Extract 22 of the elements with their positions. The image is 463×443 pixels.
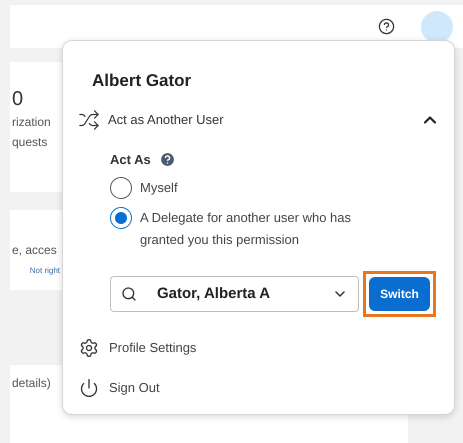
- card-text: e, acces: [12, 242, 58, 259]
- menu-item[interactable]: Sign Out: [79, 375, 454, 401]
- card-text: quests: [12, 134, 48, 151]
- radio-button[interactable]: [110, 207, 132, 229]
- card-text: details): [12, 375, 52, 392]
- shuffle-icon: [78, 108, 100, 130]
- radio-button[interactable]: [110, 177, 132, 199]
- help-icon[interactable]: [378, 18, 395, 35]
- search-icon: [121, 286, 137, 302]
- power-icon: [79, 378, 99, 398]
- radio-option[interactable]: Myself: [110, 175, 370, 199]
- act-as-label: Act As: [110, 150, 151, 168]
- menu-item[interactable]: Profile Settings: [79, 335, 454, 361]
- delegate-select[interactable]: Gator, Alberta A: [110, 276, 359, 312]
- act-as-section-header[interactable]: Act as Another User: [78, 108, 440, 132]
- card-text: 0: [12, 87, 24, 112]
- user-name: Albert Gator: [92, 70, 192, 92]
- radio-option[interactable]: A Delegate for another user who has granted you this permission: [110, 205, 370, 251]
- switch-button[interactable]: Switch: [369, 277, 430, 311]
- settings-icon: [79, 338, 99, 358]
- link[interactable]: Not right: [30, 264, 60, 278]
- card-text: rization: [12, 114, 52, 131]
